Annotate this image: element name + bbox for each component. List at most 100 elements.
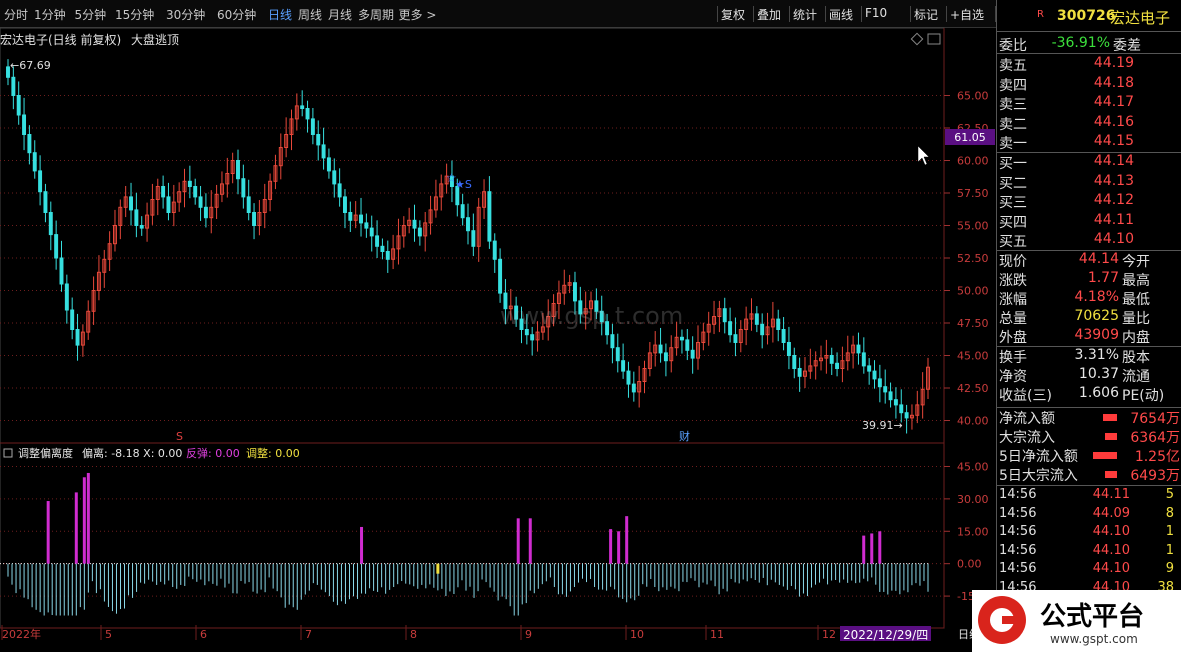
weibi-label: 委比 — [999, 38, 1027, 54]
logo-big-text: 公式平台 — [1040, 602, 1145, 632]
price-tick-label: 50.00 — [957, 285, 989, 298]
candle-body — [621, 360, 626, 372]
bid-label: 买四 — [999, 214, 1027, 231]
quote-value: 70625 — [1074, 308, 1119, 324]
price-tick-label: 65.00 — [957, 90, 989, 103]
candle-body — [166, 196, 171, 213]
stock-header[interactable]: R 300726 宏达电子 — [997, 0, 1181, 32]
candle-body — [337, 183, 342, 198]
candle-body — [835, 362, 840, 369]
candle-body — [139, 225, 144, 229]
quote-row: 总量 70625 量比 — [997, 308, 1181, 327]
bid-price: 44.11 — [1093, 211, 1134, 228]
ask-price: 44.15 — [1093, 133, 1134, 149]
candle-body — [326, 157, 331, 172]
candle-body — [412, 219, 417, 229]
indicator-spike-bar — [82, 477, 86, 564]
fundamental-value: 10.37 — [1078, 366, 1119, 382]
tick-row: 14:56 44.11 5 — [997, 487, 1181, 506]
weibi-value: -36.91% — [1051, 35, 1110, 51]
candle-body — [48, 212, 53, 236]
ask-row: 卖三 44.17 — [997, 94, 1181, 113]
indicator-collapse-icon[interactable] — [3, 448, 13, 458]
month-label: 10 — [630, 628, 644, 641]
candle-body — [193, 186, 198, 198]
candle-body — [663, 352, 668, 362]
chart-canvas[interactable]: 40.0042.5045.0047.5050.0052.5055.0057.50… — [0, 0, 996, 652]
fundamental-label: 换手 — [999, 350, 1027, 366]
bid-price: 44.10 — [1093, 231, 1134, 247]
flow-value: 1.25亿 — [1134, 449, 1180, 465]
candle-body — [359, 214, 363, 224]
candle-body — [487, 191, 492, 242]
candle-body — [829, 355, 834, 364]
candle-body — [343, 196, 347, 213]
candle-body — [883, 386, 888, 393]
bid-price: 44.14 — [1093, 153, 1134, 169]
mouse-cursor-icon — [917, 145, 930, 166]
ask-row: 卖二 44.16 — [997, 114, 1181, 133]
quote-label: 现价 — [999, 254, 1027, 270]
quote-panel: R 300726 宏达电子 委比 -36.91% 委差 卖五 44.19 卖四 44.18 卖三 44… — [996, 0, 1181, 652]
indicator-spike-bar — [862, 535, 866, 564]
candle-body — [631, 383, 636, 393]
candle-body — [899, 404, 904, 414]
flow-row: 净流入额 7654万 — [997, 408, 1181, 427]
candle-body — [610, 334, 615, 349]
event-marker-s: S — [176, 430, 183, 443]
flow-value: 6493万 — [1130, 468, 1180, 484]
weicha-label: 委差 — [1113, 38, 1141, 54]
candle-body — [872, 370, 877, 380]
indicator-spike-bar — [74, 492, 78, 564]
price-tag-value: 61.05 — [954, 131, 986, 144]
candle-body — [573, 282, 577, 302]
quote-value: 44.14 — [1078, 251, 1119, 267]
window-icon[interactable] — [927, 33, 941, 45]
bid-row: 买四 44.11 — [997, 212, 1181, 231]
gspt-logo: 公式平台 www.gspt.com — [972, 590, 1181, 652]
fundamental-right-label: 股本 — [1122, 350, 1150, 366]
price-tick-label: 55.00 — [957, 220, 989, 233]
candle-body — [375, 235, 380, 247]
flow-label: 大宗流入 — [999, 430, 1055, 446]
candle-body — [59, 257, 64, 285]
tick-volume: 5 — [1165, 487, 1174, 502]
bid-price: 44.13 — [1093, 172, 1134, 189]
bid-row: 买二 44.13 — [997, 173, 1181, 192]
candle-body — [792, 355, 797, 369]
candle-body — [417, 227, 422, 237]
price-tick-label: 60.00 — [957, 155, 989, 168]
candle-body — [300, 105, 305, 110]
candle-body — [16, 95, 21, 116]
indicator-readout-part: 调整: 0.00 — [246, 446, 300, 460]
high-price-label: ←67.69 — [10, 59, 51, 72]
tick-row: 14:56 44.10 1 — [997, 524, 1181, 543]
candle-body — [524, 329, 529, 336]
candle-body — [364, 222, 369, 229]
fundamental-value: 3.31% — [1074, 347, 1119, 363]
ask-label: 卖三 — [999, 97, 1027, 113]
quote-value: 1.77 — [1087, 270, 1119, 286]
r-badge: R — [1037, 9, 1044, 20]
tick-price: 44.10 — [1092, 524, 1130, 539]
candle-body — [471, 230, 476, 247]
candle-body — [722, 308, 727, 323]
quote-right-label: 最高 — [1122, 273, 1150, 289]
candle-body — [685, 339, 690, 351]
bid-label: 买二 — [999, 175, 1027, 192]
indicator-tick-label: 30.00 — [957, 493, 989, 506]
candle-body — [728, 321, 733, 336]
indicator-tick-label: 0.00 — [957, 558, 982, 571]
month-label: 6 — [200, 628, 207, 641]
candle-body — [492, 240, 497, 260]
candle-body — [466, 217, 470, 232]
candle-body — [888, 391, 893, 401]
ask-row: 卖一 44.15 — [997, 133, 1181, 152]
tick-time: 14:56 — [999, 505, 1037, 521]
tick-price: 44.09 — [1092, 505, 1130, 521]
diamond-icon[interactable] — [910, 32, 924, 46]
candle-body — [679, 336, 684, 341]
tick-volume: 8 — [1165, 505, 1174, 521]
indicator-spike-bar — [617, 531, 621, 564]
flow-bar — [1105, 433, 1117, 440]
